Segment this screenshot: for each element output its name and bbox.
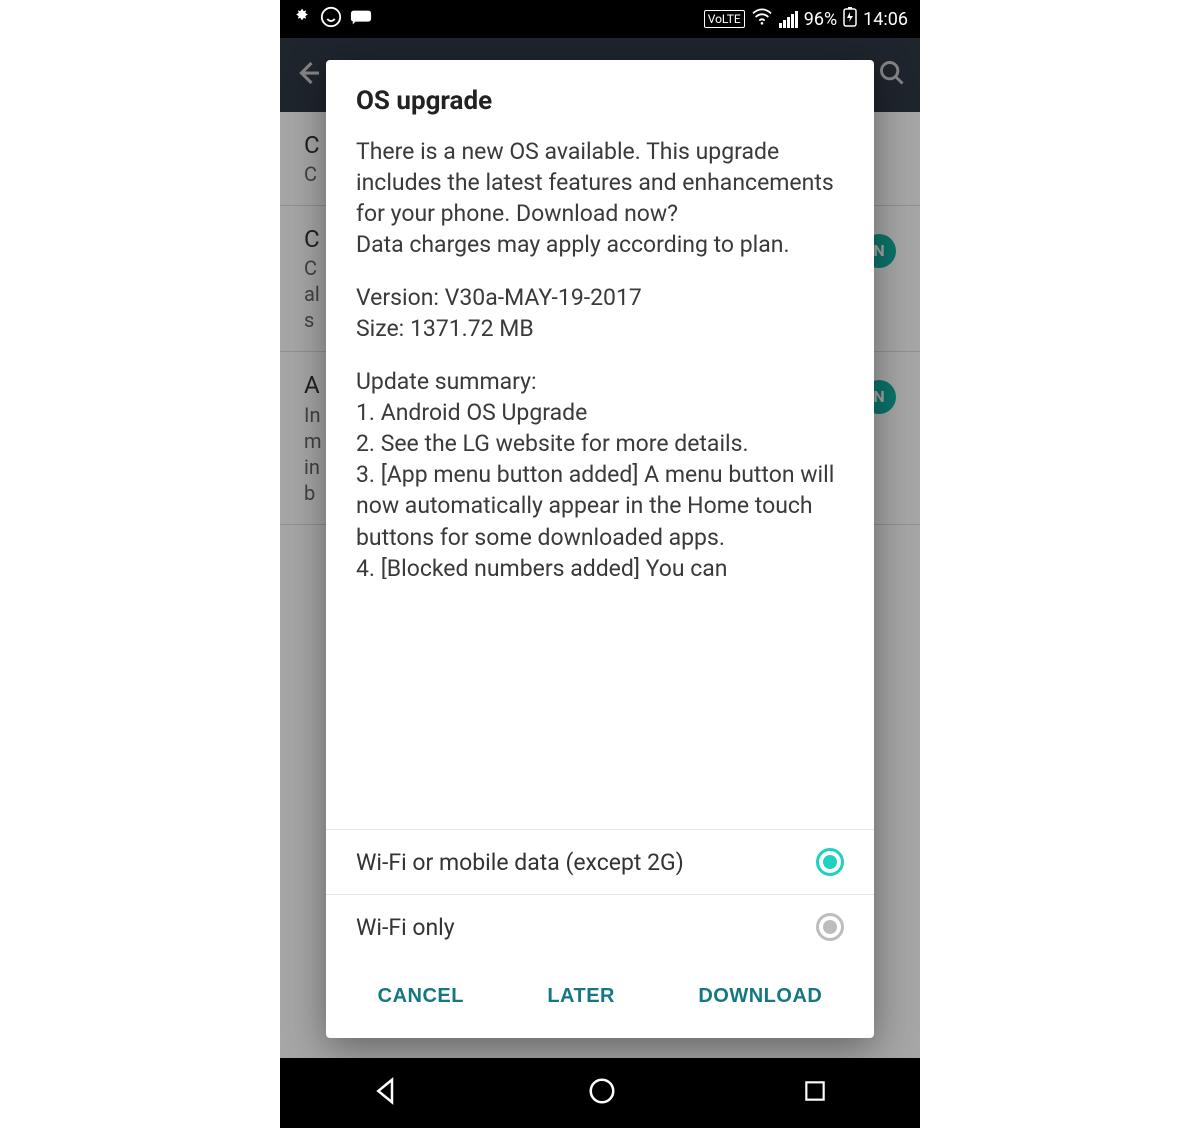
signal-icon	[779, 11, 798, 28]
radio-label: Wi-Fi only	[356, 914, 455, 941]
back-icon[interactable]	[294, 58, 324, 92]
search-icon[interactable]	[878, 59, 906, 91]
update-summary: Update summary: 1. Android OS Upgrade 2.…	[356, 366, 844, 578]
network-options: Wi-Fi or mobile data (except 2G) Wi-Fi o…	[326, 829, 874, 959]
nav-bar	[280, 1058, 920, 1128]
nav-recent-button[interactable]	[802, 1078, 828, 1108]
radio-icon	[816, 848, 844, 876]
dialog-actions: CANCEL LATER DOWNLOAD	[326, 959, 874, 1038]
volte-badge: VoLTE	[704, 10, 745, 28]
dialog-body[interactable]: There is a new OS available. This upgrad…	[326, 126, 874, 829]
status-bar: VoLTE 96% 14:06	[280, 0, 920, 38]
radio-icon	[816, 913, 844, 941]
os-upgrade-dialog: OS upgrade There is a new OS available. …	[326, 60, 874, 1038]
cancel-button[interactable]: CANCEL	[360, 979, 482, 1014]
dialog-intro: There is a new OS available. This upgrad…	[356, 136, 844, 260]
clock-text: 14:06	[863, 9, 908, 30]
battery-icon	[843, 7, 857, 32]
dialog-title: OS upgrade	[326, 60, 874, 126]
wifi-icon	[751, 8, 773, 31]
later-button[interactable]: LATER	[529, 979, 633, 1014]
version-info: Version: V30a-MAY-19-2017 Size: 1371.72 …	[356, 282, 844, 344]
download-button[interactable]: DOWNLOAD	[680, 979, 840, 1014]
radio-label: Wi-Fi or mobile data (except 2G)	[356, 849, 684, 876]
phone-screen: VoLTE 96% 14:06 C C C	[280, 0, 920, 1128]
message-icon	[350, 9, 372, 30]
radio-wifi-or-mobile[interactable]: Wi-Fi or mobile data (except 2G)	[326, 830, 874, 895]
camera-icon	[292, 7, 312, 32]
radio-wifi-only[interactable]: Wi-Fi only	[326, 895, 874, 959]
whatsapp-icon	[320, 6, 342, 33]
nav-home-button[interactable]	[587, 1076, 617, 1110]
nav-back-button[interactable]	[372, 1076, 402, 1110]
battery-pct: 96%	[804, 9, 837, 30]
